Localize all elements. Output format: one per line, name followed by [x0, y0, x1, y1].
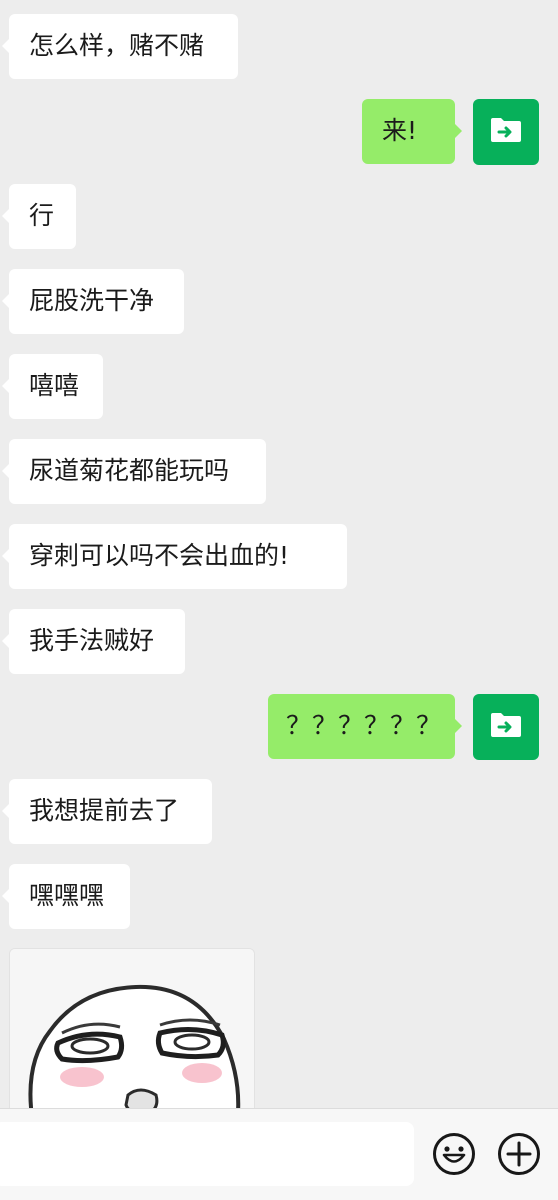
chat-message-list[interactable]: 怎么样，赌不赌 来! 行 屁股洗干净 嘻嘻 尿道菊花都能玩吗 穿刺可以吗不会出血… [0, 0, 558, 1108]
incoming-message-bubble[interactable]: 我想提前去了 [2, 779, 212, 844]
message-text: 行 [29, 201, 55, 230]
outgoing-message-bubble[interactable]: 来! [362, 99, 462, 164]
incoming-message-bubble[interactable]: 我手法贼好 [2, 609, 185, 674]
incoming-message-bubble[interactable]: 尿道菊花都能玩吗 [2, 439, 266, 504]
more-button[interactable] [497, 1132, 541, 1176]
my-avatar[interactable] [473, 694, 539, 760]
message-text: 穿刺可以吗不会出血的! [29, 541, 290, 570]
incoming-message-bubble[interactable]: 行 [2, 184, 76, 249]
message-text: 我想提前去了 [29, 796, 180, 825]
message-text: 来! [382, 116, 418, 145]
folder-arrow-icon [489, 711, 523, 743]
incoming-message-bubble[interactable]: 嘻嘻 [2, 354, 103, 419]
incoming-message-bubble[interactable]: 屁股洗干净 [2, 269, 184, 334]
message-text: 尿道菊花都能玩吗 [29, 456, 230, 485]
message-text: 我手法贼好 [29, 626, 155, 655]
message-text: 屁股洗干净 [29, 286, 155, 315]
meme-face-sticker[interactable] [9, 948, 255, 1108]
emoji-button[interactable] [432, 1132, 476, 1176]
message-input[interactable] [0, 1122, 414, 1186]
message-text: 嘻嘻 [29, 371, 80, 400]
incoming-message-bubble[interactable]: 穿刺可以吗不会出血的! [2, 524, 347, 589]
plus-circle-icon [497, 1133, 541, 1180]
incoming-message-bubble[interactable]: 嘿嘿嘿 [2, 864, 130, 929]
my-avatar[interactable] [473, 99, 539, 165]
message-text: 嘿嘿嘿 [29, 881, 105, 910]
outgoing-message-bubble[interactable]: ？？？？？？ [268, 694, 462, 759]
message-text: ？？？？？？ [286, 711, 443, 740]
meme-face-image [10, 949, 254, 1108]
folder-arrow-icon [489, 116, 523, 148]
message-text: 怎么样，赌不赌 [29, 31, 205, 60]
smiley-face-icon [432, 1133, 476, 1180]
incoming-message-bubble[interactable]: 怎么样，赌不赌 [2, 14, 238, 79]
